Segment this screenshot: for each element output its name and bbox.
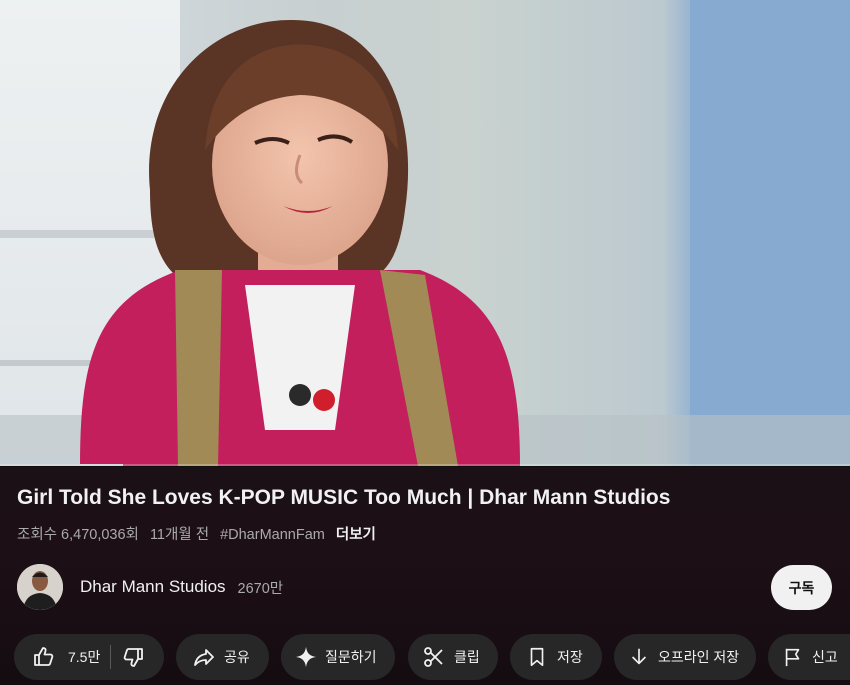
dislike-button[interactable]: [121, 645, 145, 669]
like-count: 7.5만: [68, 649, 101, 665]
upload-date: 11개월 전: [149, 527, 210, 543]
bookmark-icon: [530, 647, 544, 667]
clip-button[interactable]: 클립: [408, 634, 498, 680]
save-label: 저장: [557, 649, 583, 665]
scissors-icon: [424, 647, 443, 667]
subscribe-button[interactable]: 구독: [771, 565, 832, 610]
ask-label: 질문하기: [325, 649, 377, 665]
clip-label: 클립: [454, 649, 480, 665]
video-player[interactable]: [0, 0, 850, 466]
video-meta[interactable]: 조회수 6,470,036회 11개월 전 #DharMannFam 더보기: [17, 523, 383, 544]
hashtag-link[interactable]: #DharMannFam: [220, 527, 325, 543]
share-label: 공유: [224, 649, 250, 665]
download-label: 오프라인 저장: [658, 649, 740, 665]
more-button[interactable]: 더보기: [336, 527, 376, 543]
channel-row[interactable]: Dhar Mann Studios 2670만: [17, 564, 283, 610]
save-button[interactable]: 저장: [510, 634, 602, 680]
ask-button[interactable]: 질문하기: [281, 634, 395, 680]
share-button[interactable]: 공유: [176, 634, 269, 680]
download-button[interactable]: 오프라인 저장: [614, 634, 756, 680]
download-icon: [631, 648, 647, 665]
channel-avatar[interactable]: [17, 564, 63, 610]
report-label: 신고: [812, 649, 838, 665]
report-button[interactable]: 신고: [768, 634, 850, 680]
action-bar: 7.5만 공유 질문하기 클립 저장 오프라인 저장 신고: [0, 634, 850, 682]
like-dislike-group[interactable]: 7.5만: [14, 634, 164, 680]
view-count: 조회수 6,470,036회: [17, 527, 139, 543]
video-title: Girl Told She Loves K-POP MUSIC Too Much…: [17, 486, 671, 509]
sparkle-icon: [295, 646, 317, 668]
flag-icon: [785, 648, 800, 667]
avatar-image: [17, 564, 63, 610]
subscriber-count: 2670만: [237, 580, 284, 597]
video-frame: [0, 0, 850, 466]
progress-fill: [0, 464, 124, 466]
video-info: Girl Told She Loves K-POP MUSIC Too Much…: [0, 467, 850, 685]
thumbs-down-icon: [124, 648, 144, 667]
like-button[interactable]: 7.5만: [32, 645, 100, 669]
like-divider: [110, 645, 112, 669]
channel-name[interactable]: Dhar Mann Studios: [80, 577, 226, 597]
progress-bar[interactable]: [0, 464, 850, 466]
share-icon: [194, 649, 214, 666]
thumbs-up-icon: [34, 647, 54, 666]
